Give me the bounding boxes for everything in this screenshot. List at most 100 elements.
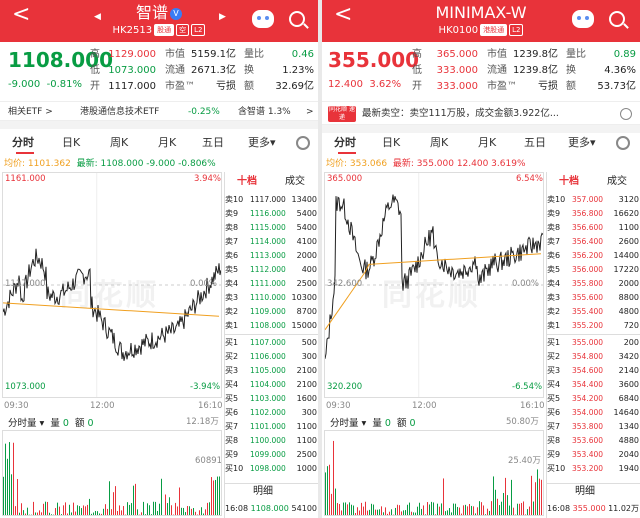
y-mid-pct-label: 0.00% bbox=[190, 279, 218, 289]
tab-order-book[interactable]: 十档 bbox=[559, 174, 579, 190]
volume-bar bbox=[447, 510, 448, 515]
tab-more[interactable]: 更多▾ bbox=[248, 132, 276, 154]
volume-bar bbox=[487, 508, 488, 515]
bid-row: 买2 354.800 3420 bbox=[547, 352, 639, 361]
volume-bar bbox=[133, 485, 134, 515]
news-source-badge: 同花顺 速递 bbox=[328, 106, 356, 122]
bid-row: 买3 1105.000 2100 bbox=[225, 366, 317, 375]
tab-intraday[interactable]: 分时 bbox=[334, 132, 356, 154]
tab-monthly[interactable]: 月K bbox=[158, 132, 176, 154]
tab-weekly[interactable]: 周K bbox=[110, 132, 128, 154]
volume-bar bbox=[513, 507, 514, 515]
header-bar: < ◀ 智谱 V ▶ HK2513 股通空 L2 bbox=[0, 0, 318, 42]
tab-more[interactable]: 更多▾ bbox=[568, 132, 596, 154]
ask-row: 卖4 355.800 2000 bbox=[547, 279, 639, 288]
volume-bar bbox=[193, 508, 194, 515]
more-menu-icon[interactable] bbox=[620, 108, 632, 120]
y-max-label: 1161.000 bbox=[5, 174, 46, 184]
volume-bar bbox=[63, 505, 64, 515]
volume-bar bbox=[359, 510, 360, 515]
volume-bar bbox=[455, 503, 456, 515]
next-stock-icon[interactable]: ▶ bbox=[219, 12, 226, 22]
volume-bar bbox=[531, 475, 532, 515]
gear-icon[interactable] bbox=[296, 136, 310, 150]
ask-row: 卖1 1108.000 15000 bbox=[225, 321, 317, 330]
volume-bar bbox=[457, 506, 458, 515]
tab-trades[interactable]: 成交 bbox=[285, 174, 305, 190]
y-min-label: 320.200 bbox=[327, 382, 363, 392]
volume-bar bbox=[471, 505, 472, 515]
search-icon[interactable] bbox=[609, 11, 625, 27]
tab-daily[interactable]: 日K bbox=[62, 132, 80, 154]
tab-five-day[interactable]: 五日 bbox=[524, 132, 546, 154]
volume-bar bbox=[391, 509, 392, 515]
volume-bar bbox=[385, 507, 386, 515]
volume-bar bbox=[205, 509, 206, 515]
volume-bar bbox=[81, 508, 82, 515]
tab-detail[interactable]: 明细 bbox=[253, 484, 273, 500]
volume-bar bbox=[43, 503, 44, 515]
volume-bar bbox=[529, 506, 530, 515]
tab-intraday[interactable]: 分时 bbox=[12, 132, 34, 154]
ask-row: 卖4 1111.000 2500 bbox=[225, 279, 317, 288]
volume-bar bbox=[535, 482, 536, 515]
volume-bar bbox=[367, 510, 368, 515]
volume-bar bbox=[489, 510, 490, 515]
volume-bar bbox=[217, 476, 218, 515]
gear-icon[interactable] bbox=[616, 136, 630, 150]
volume-bar bbox=[423, 505, 424, 515]
volume-bar bbox=[507, 495, 508, 515]
volume-bar bbox=[209, 502, 210, 515]
volume-bar bbox=[435, 514, 436, 515]
robot-assistant-icon[interactable] bbox=[572, 10, 594, 28]
tab-order-book[interactable]: 十档 bbox=[237, 174, 257, 190]
quote-label: 开 bbox=[90, 81, 100, 92]
volume-bar bbox=[441, 503, 442, 515]
related-etf-bar[interactable]: 相关ETF > 港股通信息技术ETF -0.25% 含智谱 1.3% > bbox=[0, 101, 318, 121]
bid-row: 买5 354.200 6840 bbox=[547, 394, 639, 403]
tab-weekly[interactable]: 周K bbox=[430, 132, 448, 154]
bid-row: 买7 1101.000 1100 bbox=[225, 422, 317, 431]
quote-value: 2671.3亿 bbox=[191, 65, 236, 76]
tab-daily[interactable]: 日K bbox=[382, 132, 400, 154]
volume-bar bbox=[211, 477, 212, 515]
ask-row: 卖7 356.400 2600 bbox=[547, 237, 639, 246]
volume-bar bbox=[83, 505, 84, 515]
volume-bar bbox=[381, 506, 382, 515]
volume-bar bbox=[69, 504, 70, 515]
tab-trades[interactable]: 成交 bbox=[607, 174, 627, 190]
volume-bar bbox=[339, 504, 340, 515]
tab-monthly[interactable]: 月K bbox=[478, 132, 496, 154]
volume-bar bbox=[37, 512, 38, 515]
volume-bar bbox=[213, 480, 214, 515]
volume-bar bbox=[129, 504, 130, 515]
volume-bar bbox=[413, 512, 414, 515]
tab-detail[interactable]: 明细 bbox=[575, 484, 595, 500]
robot-assistant-icon[interactable] bbox=[252, 10, 274, 28]
news-bar[interactable]: 同花顺 速递 最新卖空：卖空111万股，成交金额3.922亿... bbox=[322, 101, 640, 125]
volume-bar bbox=[421, 508, 422, 515]
bid-row: 买10 1098.000 1000 bbox=[225, 464, 317, 473]
search-icon[interactable] bbox=[289, 11, 305, 27]
volume-selector[interactable]: 分时量 ▾ bbox=[8, 418, 44, 429]
volume-bar bbox=[199, 510, 200, 515]
volume-bar bbox=[499, 505, 500, 515]
volume-bar bbox=[373, 504, 374, 515]
volume-bar bbox=[431, 501, 432, 515]
volume-bar bbox=[371, 503, 372, 515]
ask-row: 卖6 1113.000 2000 bbox=[225, 251, 317, 260]
volume-bar bbox=[505, 477, 506, 515]
quote-value: 亏损 bbox=[216, 81, 236, 92]
volume-bar bbox=[115, 486, 116, 515]
bid-row: 买8 353.600 4880 bbox=[547, 436, 639, 445]
volume-bar bbox=[107, 508, 108, 515]
tab-five-day[interactable]: 五日 bbox=[202, 132, 224, 154]
volume-bar bbox=[17, 479, 18, 515]
quote-value: 1239.8亿 bbox=[513, 65, 558, 76]
quote-value: 53.73亿 bbox=[597, 81, 636, 92]
volume-bar bbox=[41, 512, 42, 515]
last-trade-row: 16:08 355.000 11.02万 bbox=[547, 504, 639, 513]
volume-bar bbox=[45, 501, 46, 515]
volume-bar bbox=[451, 512, 452, 515]
volume-selector[interactable]: 分时量 ▾ bbox=[330, 418, 366, 429]
